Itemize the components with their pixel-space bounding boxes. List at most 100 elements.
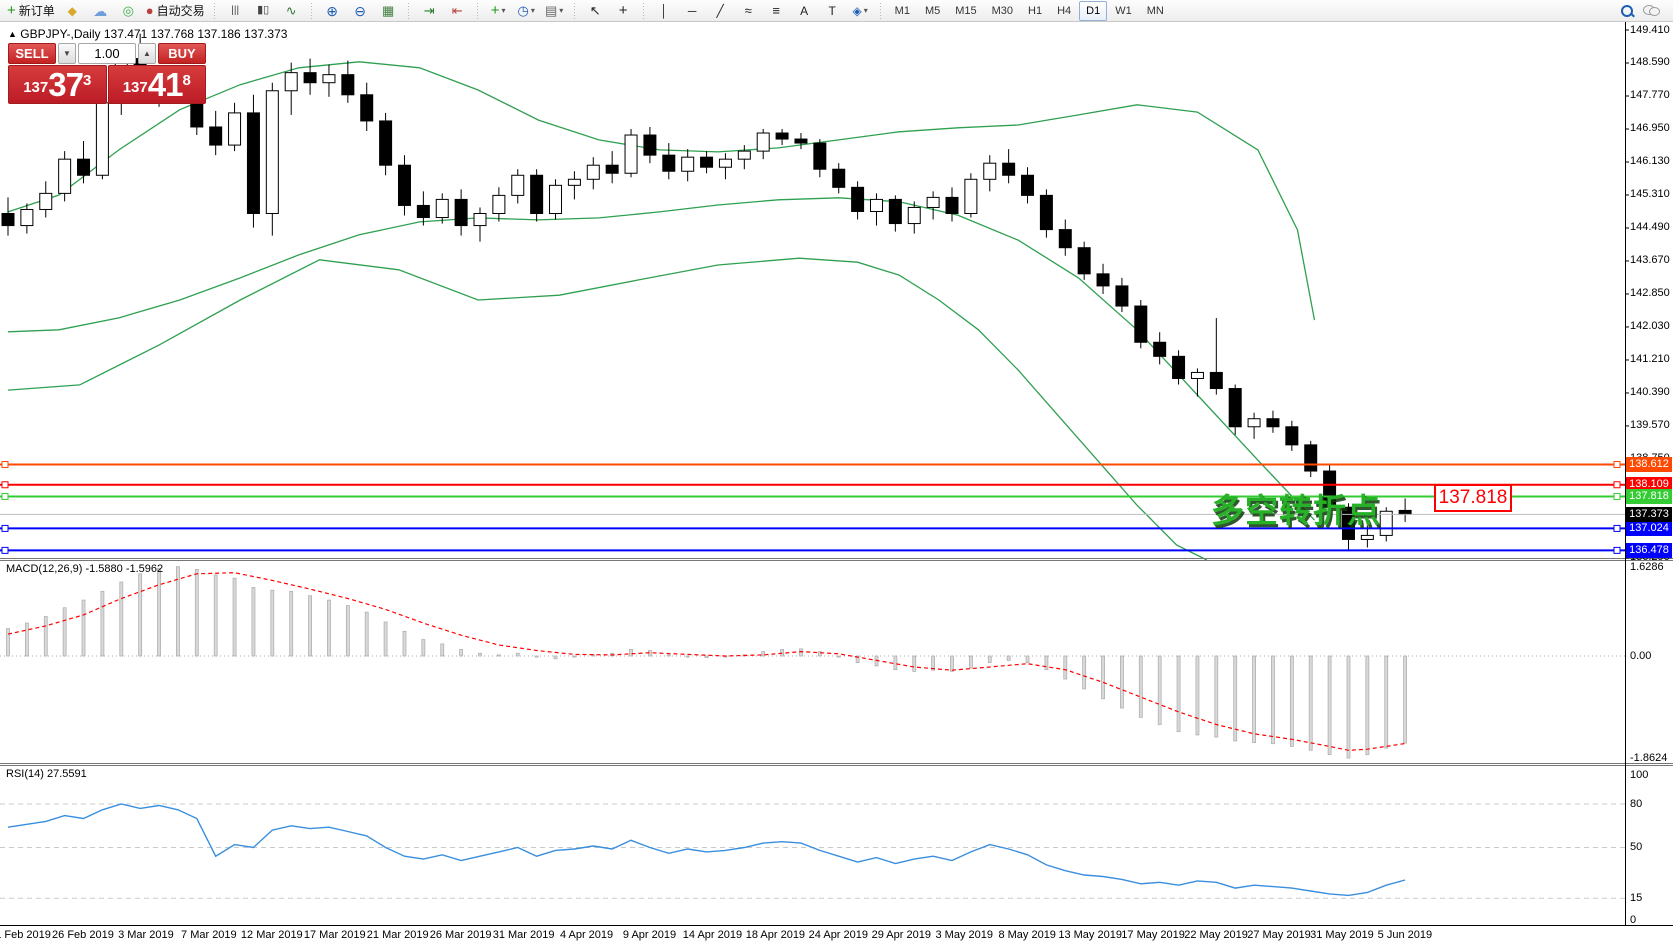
level-handle[interactable] xyxy=(1614,462,1620,468)
price-tick-label: 142.030 xyxy=(1630,320,1670,332)
zoom-out-button[interactable]: ⊖ xyxy=(347,0,374,22)
timeframe-w1-button[interactable]: W1 xyxy=(1108,1,1139,21)
level-handle[interactable] xyxy=(1614,547,1620,553)
candle-body xyxy=(342,75,354,95)
line-icon: ∿ xyxy=(286,4,297,17)
search-icon[interactable] xyxy=(1621,5,1633,17)
autoscroll-icon: ⇥ xyxy=(424,4,435,17)
text-tool-button[interactable]: A xyxy=(791,0,818,22)
macd-histogram-bar xyxy=(1064,656,1067,679)
vline-icon: │ xyxy=(660,5,668,17)
date-axis-label: 17 May 2019 xyxy=(1121,929,1185,941)
timeframe-m15-button[interactable]: M15 xyxy=(948,1,983,21)
dropdown-arrow-icon[interactable]: ▾ xyxy=(864,7,868,15)
cursor-button[interactable]: ↖ xyxy=(582,0,609,22)
level-handle[interactable] xyxy=(2,525,8,531)
macd-histogram-bar xyxy=(894,656,897,670)
chat-icon[interactable] xyxy=(1643,5,1659,16)
templates-button[interactable]: ▤▾ xyxy=(541,0,568,22)
buy-price-button[interactable]: 137418 xyxy=(108,65,207,104)
elliott-tool-button[interactable]: ≈ xyxy=(735,0,762,22)
periods-button[interactable]: ◷▾ xyxy=(513,0,540,22)
macd-histogram-bar xyxy=(290,591,293,656)
macd-histogram-bar xyxy=(139,574,142,656)
macd-histogram-bar xyxy=(384,622,387,656)
book-icon: ◆ xyxy=(68,5,77,17)
horizontal-line-tool-button[interactable]: ─ xyxy=(679,0,706,22)
macd-histogram-bar xyxy=(158,568,161,656)
level-handle[interactable] xyxy=(1614,493,1620,499)
macd-histogram-bar xyxy=(1026,656,1029,663)
indicator-icon: + xyxy=(491,3,500,18)
date-axis-label: 13 May 2019 xyxy=(1058,929,1122,941)
dropdown-arrow-icon[interactable]: ▾ xyxy=(502,7,506,15)
trendline-tool-button[interactable]: ╱ xyxy=(707,0,734,22)
fibonacci-tool-button[interactable]: ≡ xyxy=(763,0,790,22)
level-handle[interactable] xyxy=(2,547,8,553)
level-handle[interactable] xyxy=(2,462,8,468)
bar-chart-mode-button[interactable]: ||| xyxy=(222,0,249,22)
candle-body xyxy=(776,133,788,139)
level-handle[interactable] xyxy=(2,482,8,488)
macd-histogram-bar xyxy=(25,623,28,656)
signals-button[interactable]: ◎ xyxy=(115,0,142,22)
candle-body xyxy=(1116,286,1128,306)
mt4-window: +新订单◆☁◎●自动交易|||▮▯∿⊕⊖▦⇥⇤+▾◷▾▤▾↖+│─╱≈≡AT◈▾… xyxy=(0,0,1673,945)
cloud-icon: ☁ xyxy=(93,4,107,18)
macd-histogram-bar xyxy=(969,656,972,668)
volume-up-button[interactable]: ▲ xyxy=(138,43,156,64)
candle-body xyxy=(1040,195,1052,229)
timeframe-h4-button[interactable]: H4 xyxy=(1050,1,1078,21)
timeframe-m5-button[interactable]: M5 xyxy=(918,1,947,21)
level-handle[interactable] xyxy=(1614,525,1620,531)
new-order-button[interactable]: +新订单 xyxy=(4,0,58,22)
date-axis-label: 7 Mar 2019 xyxy=(181,929,237,941)
toolbar-separator xyxy=(213,3,217,19)
ohlc-open: 137.471 xyxy=(104,27,147,41)
sell-button[interactable]: SELL xyxy=(8,43,56,64)
dropdown-arrow-icon[interactable]: ▾ xyxy=(531,7,535,15)
candle-body xyxy=(417,205,429,217)
level-handle[interactable] xyxy=(2,493,8,499)
timeframe-d1-button[interactable]: D1 xyxy=(1079,1,1107,21)
bars-icon: ||| xyxy=(231,6,239,16)
tile-windows-button[interactable]: ▦ xyxy=(375,0,402,22)
timeframe-h1-button[interactable]: H1 xyxy=(1021,1,1049,21)
toolbar-separator xyxy=(642,3,646,19)
line-chart-mode-button[interactable]: ∿ xyxy=(278,0,305,22)
price-tick-label: 139.570 xyxy=(1630,419,1670,431)
timeframe-m30-button[interactable]: M30 xyxy=(985,1,1020,21)
macd-histogram-bar xyxy=(63,608,66,656)
macd-histogram-bar xyxy=(535,656,538,657)
auto-scroll-button[interactable]: ⇥ xyxy=(416,0,443,22)
level-handle[interactable] xyxy=(1614,482,1620,488)
publish-button[interactable]: ☁ xyxy=(87,0,114,22)
symbol-collapse-icon[interactable]: ▲ xyxy=(8,29,17,39)
vertical-line-tool-button[interactable]: │ xyxy=(651,0,678,22)
zoom-in-button[interactable]: ⊕ xyxy=(319,0,346,22)
macd-histogram-bar xyxy=(365,612,368,656)
volume-down-button[interactable]: ▼ xyxy=(58,43,76,64)
timeframe-mn-button[interactable]: MN xyxy=(1140,1,1171,21)
buy-price-figure: 137 xyxy=(123,75,148,101)
chart-shift-button[interactable]: ⇤ xyxy=(444,0,471,22)
candle-body xyxy=(531,175,543,213)
annotation-text[interactable]: 多空转折点 xyxy=(1211,484,1381,532)
symbols-button[interactable]: ◆ xyxy=(59,0,86,22)
label-tool-button[interactable]: T xyxy=(819,0,846,22)
timeframe-m1-button[interactable]: M1 xyxy=(888,1,917,21)
candle-body xyxy=(1003,163,1015,175)
dropdown-arrow-icon[interactable]: ▾ xyxy=(559,7,563,15)
chart-header: ▲ GBPJPY-,Daily 137.471 137.768 137.186 … xyxy=(8,27,287,41)
price-callout[interactable]: 137.818 xyxy=(1434,484,1512,512)
macd-histogram-bar xyxy=(1385,656,1388,748)
crosshair-button[interactable]: + xyxy=(610,0,637,22)
indicators-button[interactable]: +▾ xyxy=(485,0,512,22)
date-axis-label: 3 Mar 2019 xyxy=(118,929,174,941)
auto-trading-button[interactable]: ●自动交易 xyxy=(143,0,208,22)
sell-price-button[interactable]: 137373 xyxy=(8,65,107,104)
candle-body xyxy=(96,103,108,175)
shapes-tool-button[interactable]: ◈▾ xyxy=(847,0,874,22)
candle-chart-mode-button[interactable]: ▮▯ xyxy=(250,0,277,22)
clock-icon: ◷ xyxy=(517,4,528,17)
